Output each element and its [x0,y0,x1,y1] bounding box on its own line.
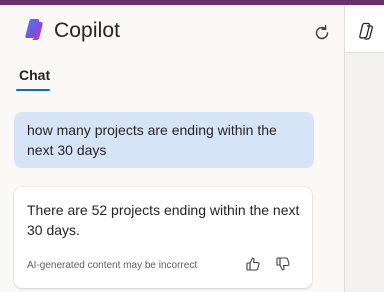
assistant-message-card: There are 52 projects ending within the … [14,187,312,288]
side-strip-header [345,5,384,53]
thumbs-down-icon[interactable] [275,256,291,272]
tab-chat[interactable]: Chat [19,67,50,83]
tab-active-indicator [16,89,50,91]
user-message-text: how many projects are ending within the … [27,122,277,158]
assistant-message-text: There are 52 projects ending within the … [27,202,300,238]
copilot-panel: Copilot Chat how many projects are endin… [0,5,345,292]
copilot-app-icon[interactable] [357,21,377,41]
refresh-icon[interactable] [312,23,332,43]
copilot-logo-icon [25,19,43,40]
app-title: Copilot [54,19,121,42]
ai-disclaimer: AI-generated content may be incorrect [27,260,198,271]
user-message-bubble: how many projects are ending within the … [14,112,314,168]
side-strip [345,5,384,292]
thumbs-up-icon[interactable] [245,256,261,272]
